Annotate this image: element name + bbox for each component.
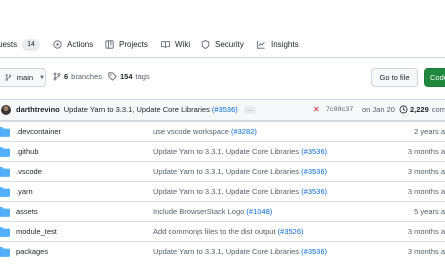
file-commit-time: 3 months a [407, 227, 445, 236]
file-commit-message: Add commonjs files to the dist output (#… [153, 227, 304, 236]
file-commit-pr[interactable]: (#3536) [301, 167, 327, 176]
file-commit-message: use vscode workspace (#3282) [153, 127, 257, 136]
commit-sha[interactable]: 7c88c37 [326, 106, 353, 113]
folder-icon [0, 247, 10, 257]
tags-label: tags [135, 72, 150, 81]
file-commit-text[interactable]: Update Yarn to 3.3.1, Update Core Librar… [153, 247, 299, 256]
folder-icon [0, 127, 10, 137]
file-commit-time: 5 years a [414, 207, 445, 216]
graph-icon [256, 40, 265, 49]
code-button[interactable]: Code [424, 68, 445, 87]
commit-author[interactable]: darthtrevino [16, 105, 60, 114]
file-commit-message: Include BrowserStack Logo (#1048) [153, 207, 272, 216]
expand-commit-button[interactable]: … [243, 106, 256, 115]
tag-icon [108, 72, 117, 81]
commit-summary: darthtrevino Update Yarn to 3.3.1, Update… [16, 105, 256, 115]
book-icon [161, 41, 170, 48]
tags-count: 154 [120, 72, 133, 81]
shield-icon [201, 40, 210, 49]
file-commit-pr[interactable]: (#3526) [278, 227, 304, 236]
branches-count: 6 [64, 72, 69, 81]
latest-commit-bar: darthtrevino Update Yarn to 3.3.1, Update… [0, 100, 445, 121]
commits-label: comm [431, 105, 445, 114]
table-row: .devcontainer use vscode workspace (#328… [0, 121, 445, 141]
table-row: module_test Add commonjs files to the di… [0, 221, 445, 241]
folder-icon [0, 167, 10, 177]
tab-actions-label: Actions [67, 40, 94, 49]
file-commit-time: 3 months a [407, 247, 445, 256]
pull-requests-count: 14 [22, 38, 40, 51]
file-commit-message: Update Yarn to 3.3.1, Update Core Librar… [153, 187, 327, 196]
table-row: .github Update Yarn to 3.3.1, Update Cor… [0, 141, 445, 161]
file-commit-message: Update Yarn to 3.3.1, Update Core Librar… [153, 247, 327, 256]
file-commit-pr[interactable]: (#3536) [301, 147, 327, 156]
code-button-label: Code [430, 73, 445, 82]
table-row: .vscode Update Yarn to 3.3.1, Update Cor… [0, 161, 445, 181]
go-to-file-label: Go to file [379, 73, 410, 82]
tags-link[interactable]: 154 tags [108, 72, 150, 81]
commits-history-link[interactable]: 2,229 comm [399, 105, 445, 114]
branches-label: branches [71, 72, 103, 81]
file-name[interactable]: .yarn [16, 187, 33, 196]
commit-date: on Jan 20 [362, 105, 395, 114]
file-commit-pr[interactable]: (#3536) [301, 247, 327, 256]
file-commit-text[interactable]: Update Yarn to 3.3.1, Update Core Librar… [153, 187, 299, 196]
file-commit-pr[interactable]: (#3536) [301, 187, 327, 196]
file-commit-time: 3 months a [407, 147, 445, 156]
file-name[interactable]: .devcontainer [16, 127, 61, 136]
tab-projects[interactable]: Projects [105, 38, 148, 51]
folder-icon [0, 207, 10, 217]
history-icon [399, 105, 408, 114]
file-name[interactable]: .github [16, 147, 39, 156]
tab-actions[interactable]: Actions [53, 38, 93, 51]
tab-wiki-label: Wiki [175, 40, 191, 49]
branch-icon [53, 72, 61, 81]
file-commit-time: 3 months a [407, 187, 445, 196]
tab-wiki[interactable]: Wiki [161, 38, 190, 51]
file-commit-text[interactable]: Update Yarn to 3.3.1, Update Core Librar… [153, 167, 299, 176]
file-name[interactable]: .vscode [16, 167, 42, 176]
file-commit-pr[interactable]: (#1048) [246, 207, 272, 216]
play-icon [53, 40, 62, 49]
commits-count: 2,229 [410, 105, 429, 114]
file-commit-time: 3 months a [407, 167, 445, 176]
chevron-down-icon: ▼ [39, 74, 45, 81]
file-commit-text[interactable]: Include BrowserStack Logo [153, 207, 244, 216]
file-commit-pr[interactable]: (#3282) [231, 127, 257, 136]
tab-pull-requests[interactable]: uests 14 [0, 38, 40, 51]
file-commit-text[interactable]: Update Yarn to 3.3.1, Update Core Librar… [153, 147, 299, 156]
file-name[interactable]: packages [16, 247, 48, 256]
file-commit-time: 2 years a [414, 127, 445, 136]
tab-security[interactable]: Security [201, 38, 244, 51]
tab-security-label: Security [215, 40, 244, 49]
tab-insights[interactable]: Insights [256, 38, 299, 51]
table-row: packages Update Yarn to 3.3.1, Update Co… [0, 241, 445, 261]
folder-icon [0, 147, 10, 157]
file-commit-message: Update Yarn to 3.3.1, Update Core Librar… [153, 167, 327, 176]
tab-insights-label: Insights [271, 40, 299, 49]
avatar[interactable] [1, 105, 11, 115]
branch-icon [5, 74, 12, 81]
repo-nav: uests 14 Actions Projects Wiki Security … [0, 30, 445, 58]
check-failed-icon[interactable]: ✕ [313, 105, 320, 114]
folder-icon [0, 187, 10, 197]
table-row: .yarn Update Yarn to 3.3.1, Update Core … [0, 181, 445, 201]
tab-pull-requests-label: uests [0, 40, 18, 49]
table-icon [105, 40, 114, 49]
file-commit-text[interactable]: use vscode workspace [153, 127, 229, 136]
tab-projects-label: Projects [119, 40, 148, 49]
branch-selector[interactable]: main ▼ [0, 68, 46, 87]
commit-pr-link[interactable]: (#3536) [212, 105, 238, 114]
folder-icon [0, 227, 10, 237]
file-browser: darthtrevino Update Yarn to 3.3.1, Update… [0, 99, 445, 265]
go-to-file-button[interactable]: Go to file [371, 68, 418, 87]
branch-name: main [16, 73, 34, 82]
file-name[interactable]: module_test [16, 227, 57, 236]
table-row: assets Include BrowserStack Logo (#1048)… [0, 201, 445, 221]
branches-link[interactable]: 6 branches [53, 72, 102, 81]
file-commit-message: Update Yarn to 3.3.1, Update Core Librar… [153, 147, 327, 156]
commit-message[interactable]: Update Yarn to 3.3.1, Update Core Librar… [64, 105, 210, 114]
file-name[interactable]: assets [16, 207, 38, 216]
file-commit-text[interactable]: Add commonjs files to the dist output [153, 227, 276, 236]
